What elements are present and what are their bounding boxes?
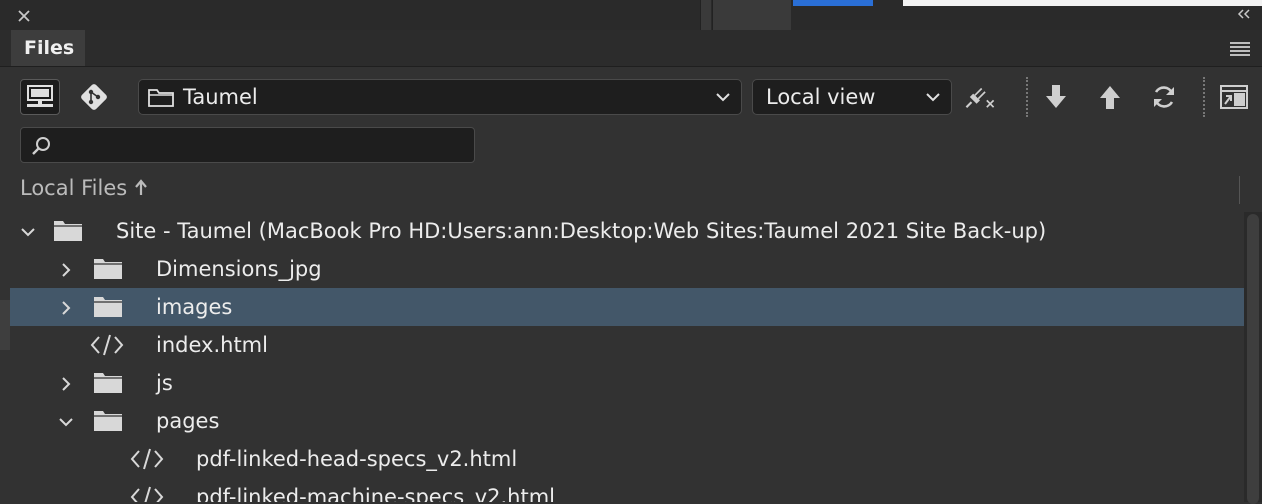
folder-icon (148, 89, 174, 107)
get-icon (1046, 85, 1066, 108)
chevron-right-icon[interactable] (58, 374, 74, 392)
folder-icon (92, 408, 124, 439)
sort-ascending-icon (135, 179, 147, 195)
put-button[interactable] (1093, 81, 1127, 113)
code-file-icon (89, 332, 125, 363)
tree-row[interactable]: Dimensions_jpg (10, 250, 1244, 288)
view-option: Local view (766, 85, 876, 109)
close-icon[interactable] (17, 9, 33, 25)
adjacent-document (903, 0, 1262, 6)
scrollbar[interactable] (1244, 212, 1262, 504)
column-header-local-files[interactable]: Local Files (20, 176, 148, 200)
adjacent-accent (793, 0, 873, 6)
files-toolbar: Taumel Local view (0, 67, 1262, 127)
folder-icon (92, 294, 124, 325)
tree-item-label: Site - Taumel (MacBook Pro HD:Users:ann:… (116, 219, 1047, 243)
chevron-right-icon[interactable] (58, 298, 74, 316)
tree-item-label: images (156, 295, 233, 319)
code-file-icon (129, 484, 165, 502)
search-input[interactable] (57, 132, 461, 160)
tree-row[interactable]: pdf-linked-head-specs_v2.html (10, 440, 1244, 478)
tree-item-label: pdf-linked-head-specs_v2.html (196, 447, 518, 471)
disconnect-icon (965, 87, 995, 108)
tree-item-label: js (156, 371, 173, 395)
chevron-down-icon[interactable] (58, 412, 74, 430)
toolbar-separator (1026, 77, 1028, 117)
code-file-icon (129, 446, 165, 477)
adjacent-panel (712, 0, 791, 30)
git-button[interactable] (76, 79, 112, 115)
scrollbar-thumb[interactable] (1247, 214, 1259, 504)
window-top-strip (0, 0, 1262, 30)
tree-item-label: Dimensions_jpg (156, 257, 322, 281)
site-name: Taumel (183, 85, 258, 109)
tree-row[interactable]: pdf-linked-machine-specs_v2.html (10, 478, 1244, 502)
tree-row[interactable]: pages (10, 402, 1244, 440)
site-select[interactable]: Taumel (138, 79, 742, 115)
toolbar-separator (1203, 77, 1205, 117)
chevron-down-icon[interactable] (20, 222, 36, 240)
tree-item-label: index.html (156, 333, 268, 357)
tab-files[interactable]: Files (11, 30, 85, 66)
folder-icon (92, 256, 124, 287)
get-button[interactable] (1039, 81, 1073, 113)
put-icon (1100, 86, 1120, 109)
search-field[interactable] (20, 127, 475, 163)
tree-item-label: pages (156, 409, 220, 433)
tree-row[interactable]: index.html (10, 326, 1244, 364)
tree-row[interactable]: Site - Taumel (MacBook Pro HD:Users:ann:… (10, 212, 1244, 250)
expand-button[interactable] (1217, 81, 1251, 113)
folder-icon (92, 370, 124, 401)
view-select[interactable]: Local view (752, 79, 952, 115)
connect-icon (27, 85, 53, 107)
chevron-down-icon (716, 93, 730, 102)
disconnect-button[interactable] (963, 81, 997, 113)
git-icon (81, 84, 107, 110)
column-divider (1239, 176, 1240, 204)
folder-icon (52, 218, 84, 249)
tree-row[interactable]: images (10, 288, 1244, 326)
search-icon (32, 137, 50, 155)
hamburger-menu-icon[interactable] (1230, 42, 1250, 56)
connect-button[interactable] (20, 79, 60, 115)
expand-icon (1220, 85, 1248, 109)
tree-row[interactable]: js (10, 364, 1244, 402)
double-chevron-left-icon[interactable] (1236, 8, 1252, 24)
column-header-label: Local Files (20, 176, 128, 200)
tree-item-label: pdf-linked-machine-specs_v2.html (196, 485, 555, 502)
file-tree: Site - Taumel (MacBook Pro HD:Users:ann:… (10, 212, 1244, 502)
adjacent-panel-edge (700, 0, 711, 30)
refresh-button[interactable] (1147, 81, 1181, 113)
refresh-icon (1154, 86, 1174, 108)
panel-tab-bar: Files (0, 30, 1262, 67)
chevron-down-icon (926, 93, 940, 102)
adjacent-panel-edge (0, 300, 10, 350)
chevron-right-icon[interactable] (58, 260, 74, 278)
